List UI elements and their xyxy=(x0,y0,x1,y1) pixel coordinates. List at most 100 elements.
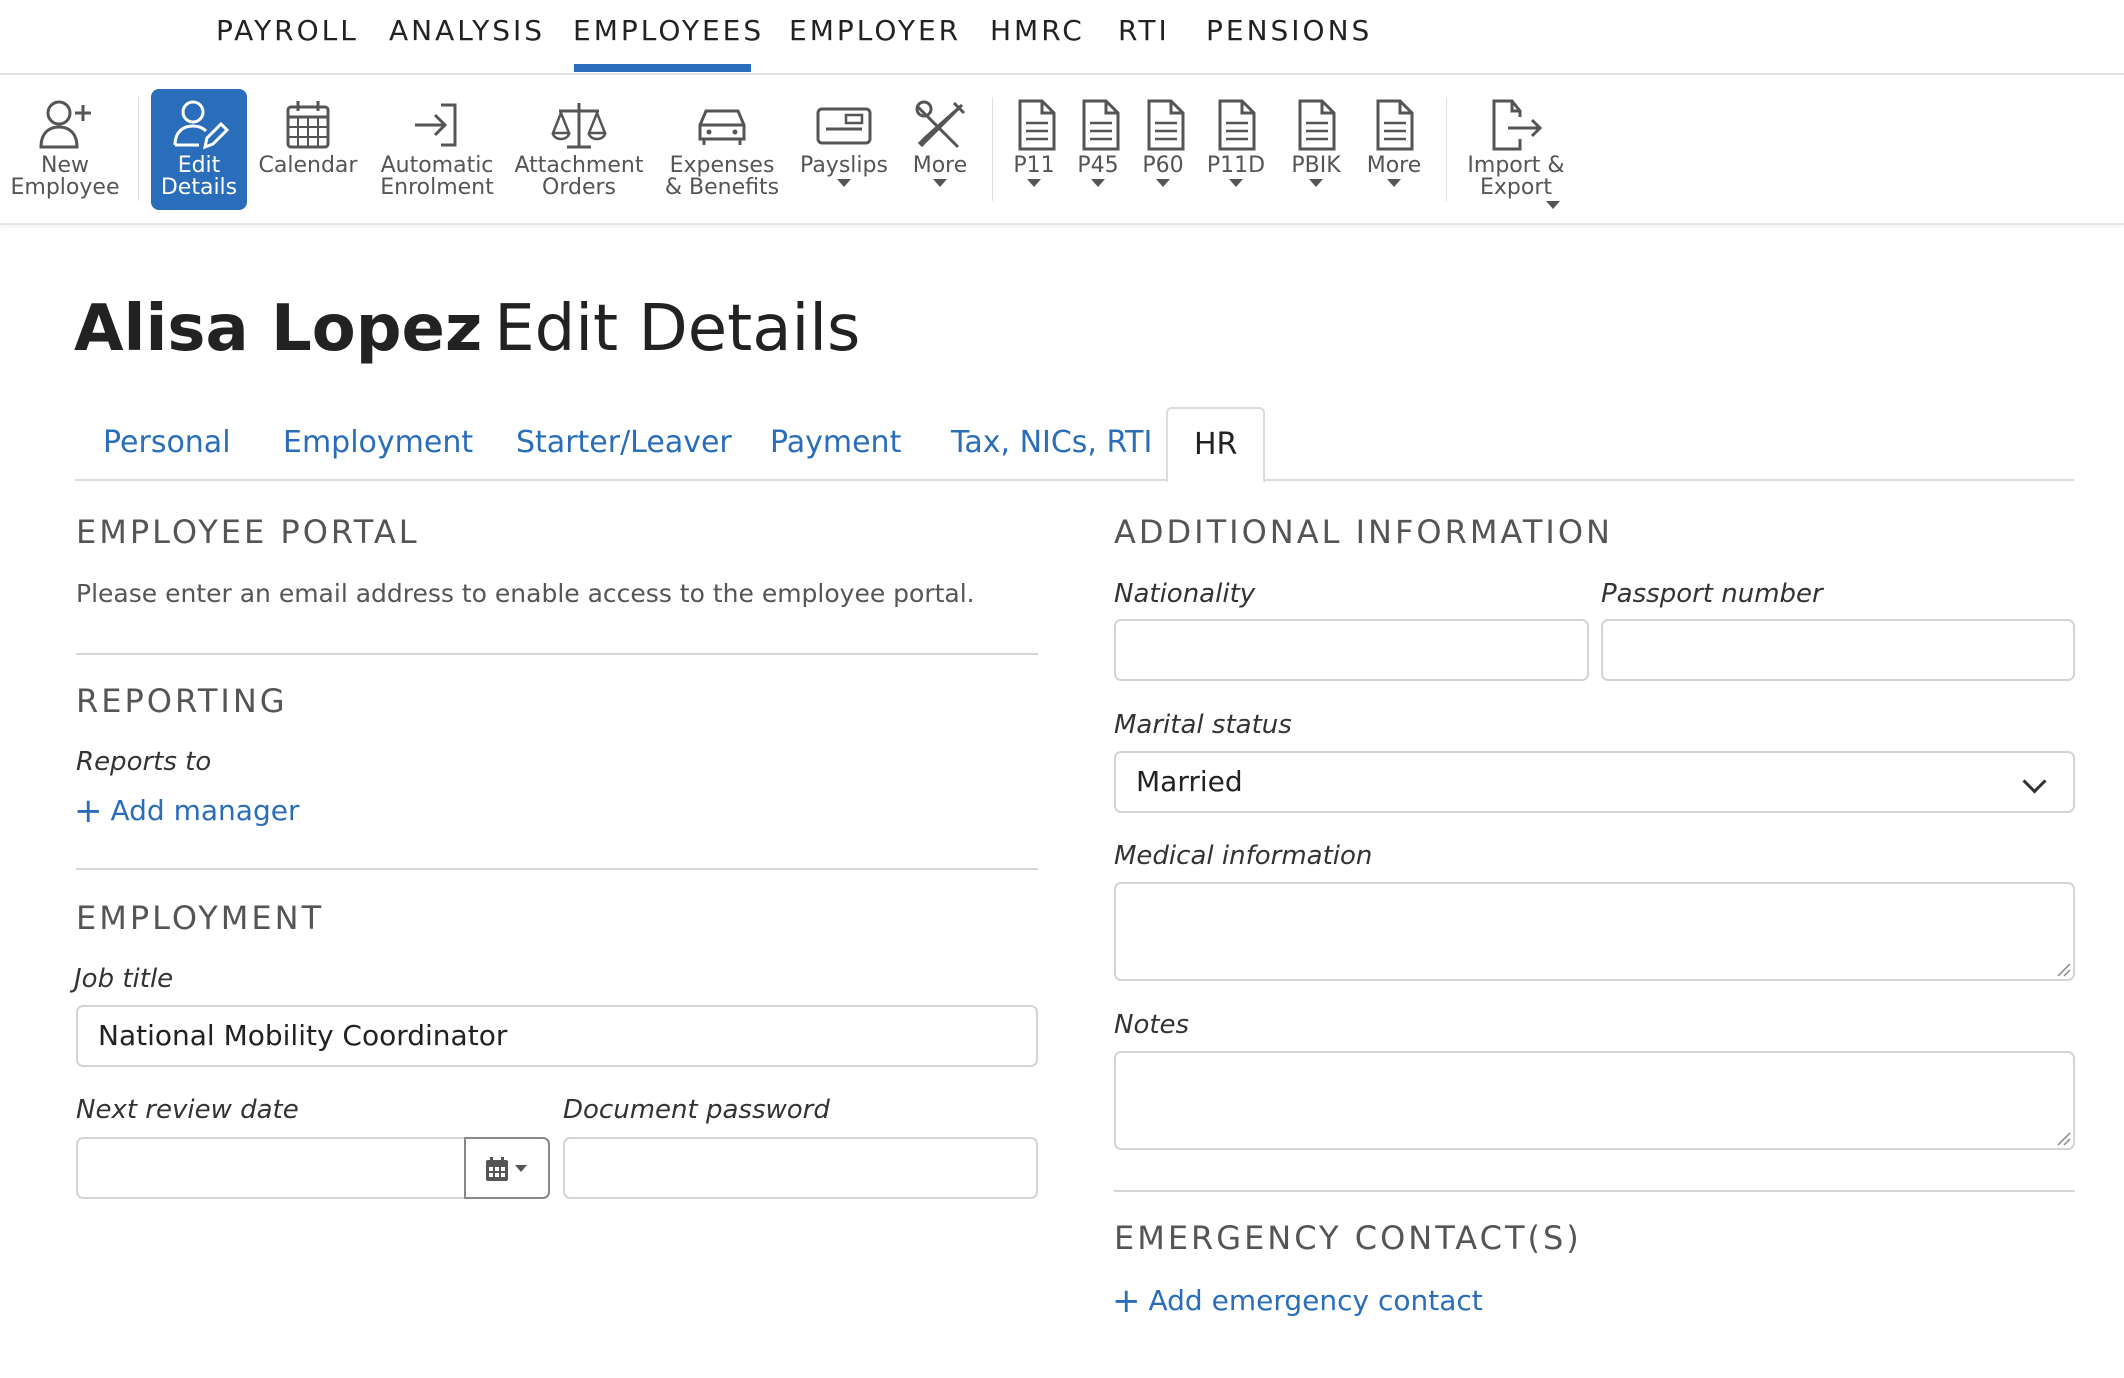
nav-payroll[interactable]: PAYROLL xyxy=(216,14,359,47)
scales-icon xyxy=(551,103,607,149)
p60-label: P60 xyxy=(1142,153,1184,178)
chevron-down-icon xyxy=(1546,201,1560,209)
employee-name: Alisa Lopez xyxy=(74,292,483,366)
more-forms-button[interactable]: More xyxy=(1356,75,1432,223)
add-manager-link[interactable]: + Add manager xyxy=(74,791,299,831)
plus-icon: + xyxy=(1112,1281,1141,1321)
attachment-orders-button[interactable]: Attachment Orders xyxy=(514,75,644,223)
document-icon xyxy=(1018,99,1056,151)
import-export-label: Import & Export xyxy=(1467,153,1565,200)
more-tools-label: More xyxy=(912,153,968,178)
edit-details-label: Edit Details xyxy=(160,153,238,200)
employee-portal-help: Please enter an email address to enable … xyxy=(76,579,975,608)
nav-hmrc[interactable]: HMRC xyxy=(990,14,1085,47)
p11d-label: P11D xyxy=(1206,153,1266,178)
additional-information-heading: ADDITIONAL INFORMATION xyxy=(1114,513,1613,551)
export-icon xyxy=(1492,99,1543,151)
payslip-icon xyxy=(816,107,872,145)
document-icon xyxy=(1298,99,1336,151)
p45-label: P45 xyxy=(1077,153,1119,178)
add-person-icon xyxy=(39,100,91,149)
plus-icon: + xyxy=(74,791,103,831)
p45-button[interactable]: P45 xyxy=(1070,75,1126,223)
nav-employees[interactable]: EMPLOYEES xyxy=(573,14,764,47)
passport-number-label: Passport number xyxy=(1601,579,1823,609)
employee-portal-heading: EMPLOYEE PORTAL xyxy=(76,513,420,551)
more-tools-button[interactable]: More xyxy=(900,75,980,223)
date-picker-button[interactable] xyxy=(464,1137,550,1199)
reports-to-label: Reports to xyxy=(76,747,212,777)
resize-grip-icon[interactable] xyxy=(2056,962,2072,978)
car-icon xyxy=(698,109,746,145)
document-password-input[interactable] xyxy=(563,1137,1038,1199)
chevron-down-icon xyxy=(1229,179,1243,187)
p11-button[interactable]: P11 xyxy=(1006,75,1062,223)
more-forms-label: More xyxy=(1366,153,1422,178)
automatic-enrolment-button[interactable]: Automatic Enrolment xyxy=(378,75,496,223)
edit-details-button[interactable]: Edit Details xyxy=(151,89,247,210)
chevron-down-icon xyxy=(933,179,947,187)
expenses-benefits-button[interactable]: Expenses & Benefits xyxy=(660,75,784,223)
medical-information-textarea[interactable] xyxy=(1114,882,2075,981)
add-emergency-contact-label: Add emergency contact xyxy=(1148,1284,1483,1317)
tools-icon xyxy=(915,100,966,149)
top-navigation: PAYROLL ANALYSIS EMPLOYEES EMPLOYER HMRC… xyxy=(0,0,2124,75)
import-export-button[interactable]: Import & Export xyxy=(1460,75,1572,223)
nationality-label: Nationality xyxy=(1114,579,1256,609)
chevron-down-icon xyxy=(1309,179,1323,187)
marital-status-select[interactable]: Married xyxy=(1114,751,2075,813)
document-icon xyxy=(1147,99,1185,151)
tab-personal[interactable]: Personal xyxy=(103,425,231,460)
p11-label: P11 xyxy=(1013,153,1055,178)
toolbar: New Employee Edit Details Calendar Autom… xyxy=(0,75,2124,225)
document-icon xyxy=(1376,99,1414,151)
tab-tax-nics-rti[interactable]: Tax, NICs, RTI xyxy=(951,425,1152,460)
medical-information-label: Medical information xyxy=(1114,841,1373,871)
pbik-button[interactable]: PBIK xyxy=(1284,75,1348,223)
chevron-down-icon xyxy=(837,179,851,187)
chevron-down-icon xyxy=(1156,179,1170,187)
page-subtitle: Edit Details xyxy=(494,292,861,366)
payslips-button[interactable]: Payslips xyxy=(796,75,892,223)
tab-hr[interactable]: HR xyxy=(1166,407,1266,483)
notes-textarea[interactable] xyxy=(1114,1051,2075,1150)
new-employee-label: New Employee xyxy=(10,153,120,200)
document-icon xyxy=(1218,99,1256,151)
calendar-icon xyxy=(286,101,330,149)
chevron-down-icon xyxy=(1387,179,1401,187)
add-emergency-contact-link[interactable]: + Add emergency contact xyxy=(1112,1281,1483,1321)
tab-payment[interactable]: Payment xyxy=(770,425,901,460)
passport-number-input[interactable] xyxy=(1601,619,2075,681)
nav-rti[interactable]: RTI xyxy=(1118,14,1170,47)
calendar-button[interactable]: Calendar xyxy=(256,75,360,223)
edit-person-icon xyxy=(173,100,229,150)
enter-icon xyxy=(415,103,457,147)
next-review-date-label: Next review date xyxy=(76,1095,299,1125)
employment-heading: EMPLOYMENT xyxy=(76,899,325,937)
p11d-button[interactable]: P11D xyxy=(1200,75,1272,223)
tab-employment[interactable]: Employment xyxy=(283,425,473,460)
expenses-benefits-label: Expenses & Benefits xyxy=(664,153,780,200)
job-title-input[interactable]: National Mobility Coordinator xyxy=(76,1005,1038,1067)
chevron-down-icon xyxy=(2022,769,2047,794)
nationality-input[interactable] xyxy=(1114,619,1589,681)
notes-label: Notes xyxy=(1114,1010,1190,1040)
next-review-date-input[interactable] xyxy=(76,1137,468,1199)
emergency-contacts-heading: EMERGENCY CONTACT(S) xyxy=(1114,1219,1582,1257)
resize-grip-icon[interactable] xyxy=(2056,1131,2072,1147)
reporting-heading: REPORTING xyxy=(76,682,288,720)
tab-starter-leaver[interactable]: Starter/Leaver xyxy=(516,425,732,460)
document-icon xyxy=(1082,99,1120,151)
new-employee-button[interactable]: New Employee xyxy=(6,75,124,223)
nav-analysis[interactable]: ANALYSIS xyxy=(389,14,545,47)
p60-button[interactable]: P60 xyxy=(1135,75,1191,223)
document-password-label: Document password xyxy=(563,1095,830,1125)
section-divider xyxy=(76,868,1038,870)
calendar-icon xyxy=(486,1157,527,1181)
attachment-orders-label: Attachment Orders xyxy=(514,153,644,200)
toolbar-divider xyxy=(992,97,993,201)
nav-employer[interactable]: EMPLOYER xyxy=(789,14,961,47)
pbik-label: PBIK xyxy=(1291,153,1341,178)
job-title-label: Job title xyxy=(74,964,174,994)
nav-pensions[interactable]: PENSIONS xyxy=(1206,14,1372,47)
